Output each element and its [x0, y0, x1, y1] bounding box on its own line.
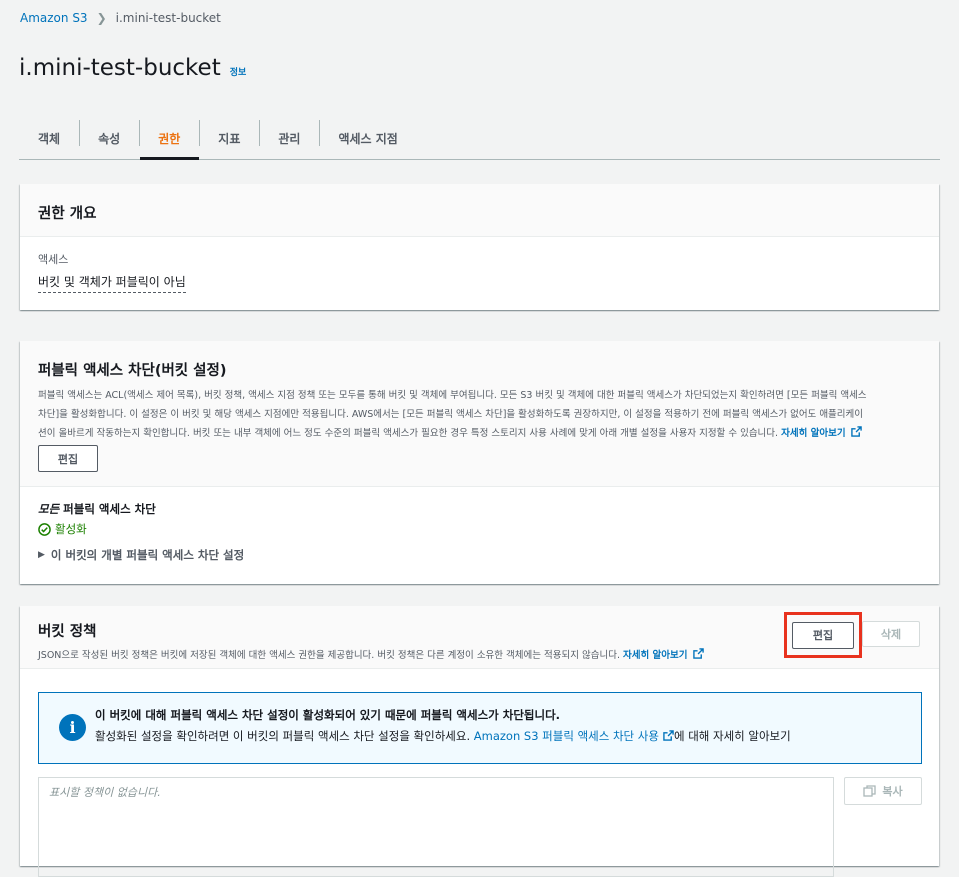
panel-title: 퍼블릭 액세스 차단(버킷 설정): [38, 363, 227, 379]
tab-metrics[interactable]: 지표: [199, 117, 259, 159]
tab-management[interactable]: 관리: [259, 117, 319, 159]
bucket-policy-panel: 버킷 정책 JSON으로 작성된 버킷 정책은 버킷에 저장된 객체에 대한 액…: [20, 606, 939, 877]
panel-header: 퍼블릭 액세스 차단(버킷 설정) 퍼블릭 액세스는 ACL(액세스 제어 목록…: [20, 341, 939, 487]
description-line: 차단]을 활성화합니다. 이 설정은 이 버킷 및 해당 액세스 지점에만 적용…: [38, 409, 864, 420]
alert-body: 활성화된 설정을 확인하려면 이 버킷의 퍼블릭 액세스 차단 설정을 확인하세…: [95, 728, 905, 744]
copy-button[interactable]: 복사: [844, 777, 922, 805]
chevron-right-icon: ❯: [96, 11, 107, 25]
external-link-icon: [663, 730, 674, 741]
policy-editor[interactable]: 표시할 정책이 없습니다.: [38, 777, 834, 877]
panel-header: 버킷 정책 JSON으로 작성된 버킷 정책은 버킷에 저장된 객체에 대한 액…: [20, 606, 939, 669]
check-circle-icon: [38, 522, 51, 536]
description-line: 션이 올바르게 작동하는지 확인합니다. 버킷 또는 내부 객체에 어느 정도 …: [38, 428, 779, 439]
copy-icon: [863, 785, 877, 797]
tab-objects[interactable]: 객체: [19, 117, 79, 159]
alert-suffix: 에 대해 자세히 알아보기: [673, 729, 791, 743]
external-link-icon: [692, 648, 704, 659]
alert-link[interactable]: Amazon S3 퍼블릭 액세스 차단 사용: [474, 729, 674, 743]
learn-more-label: 자세히 알아보기: [781, 428, 846, 439]
tab-access-points[interactable]: 액세스 지점: [319, 117, 416, 159]
expander-label: 이 버킷의 개별 퍼블릭 액세스 차단 설정: [50, 548, 245, 562]
alert-title: 이 버킷에 대해 퍼블릭 액세스 차단 설정이 활성화되어 있기 때문에 퍼블릭…: [95, 708, 561, 722]
page-title: i.mini-test-bucket: [19, 55, 221, 81]
access-value[interactable]: 버킷 및 객체가 퍼블릭이 아님: [38, 273, 186, 293]
page-title-row: i.mini-test-bucket 정보: [19, 55, 246, 81]
alert-text: 활성화된 설정을 확인하려면 이 버킷의 퍼블릭 액세스 차단 설정을 확인하세…: [95, 729, 471, 743]
setting-title-em: 모든: [38, 502, 60, 516]
status-badge: 활성화: [38, 521, 921, 537]
tab-permissions[interactable]: 권한: [139, 117, 200, 160]
block-public-access-panel: 퍼블릭 액세스 차단(버킷 설정) 퍼블릭 액세스는 ACL(액세스 제어 목록…: [20, 341, 939, 584]
copy-label: 복사: [882, 785, 903, 798]
tab-bar: 객체 속성 권한 지표 관리 액세스 지점: [19, 117, 940, 160]
breadcrumb-root-link[interactable]: Amazon S3: [20, 11, 88, 25]
individual-settings-expander[interactable]: ▶ 이 버킷의 개별 퍼블릭 액세스 차단 설정: [38, 547, 921, 563]
edit-button[interactable]: 편집: [38, 445, 98, 472]
access-label: 액세스: [38, 253, 69, 266]
breadcrumb-current: i.mini-test-bucket: [115, 11, 221, 25]
learn-more-link[interactable]: 자세히 알아보기: [781, 426, 862, 439]
edit-policy-button[interactable]: 편집: [792, 621, 854, 649]
highlight-box: 편집: [784, 612, 862, 658]
tab-properties[interactable]: 속성: [79, 117, 139, 159]
alert-link-label: Amazon S3 퍼블릭 액세스 차단 사용: [473, 729, 659, 743]
setting-title: 모든 퍼블릭 액세스 차단: [38, 501, 921, 517]
info-icon: [59, 714, 86, 741]
editor-placeholder: 표시할 정책이 없습니다.: [49, 786, 161, 799]
permissions-overview-panel: 권한 개요 액세스 버킷 및 객체가 퍼블릭이 아님: [20, 184, 939, 310]
learn-more-link[interactable]: 자세히 알아보기: [623, 648, 704, 661]
external-link-icon: [850, 426, 862, 437]
description-text: JSON으로 작성된 버킷 정책은 버킷에 저장된 객체에 대한 액세스 권한을…: [38, 650, 620, 661]
description-line: 퍼블릭 액세스는 ACL(액세스 제어 목록), 버킷 정책, 액세스 지점 정…: [38, 390, 867, 401]
info-link[interactable]: 정보: [230, 65, 247, 78]
panel-description: 퍼블릭 액세스는 ACL(액세스 제어 목록), 버킷 정책, 액세스 지점 정…: [38, 386, 918, 443]
panel-header: 권한 개요: [20, 184, 939, 237]
delete-policy-button[interactable]: 삭제: [862, 621, 920, 647]
info-alert: 이 버킷에 대해 퍼블릭 액세스 차단 설정이 활성화되어 있기 때문에 퍼블릭…: [38, 692, 922, 764]
setting-title-rest: 퍼블릭 액세스 차단: [59, 502, 156, 516]
learn-more-label: 자세히 알아보기: [623, 650, 688, 661]
status-text: 활성화: [55, 522, 87, 536]
caret-right-icon: ▶: [38, 550, 45, 560]
breadcrumb: Amazon S3 ❯ i.mini-test-bucket: [20, 11, 221, 25]
panel-title: 권한 개요: [38, 206, 97, 222]
